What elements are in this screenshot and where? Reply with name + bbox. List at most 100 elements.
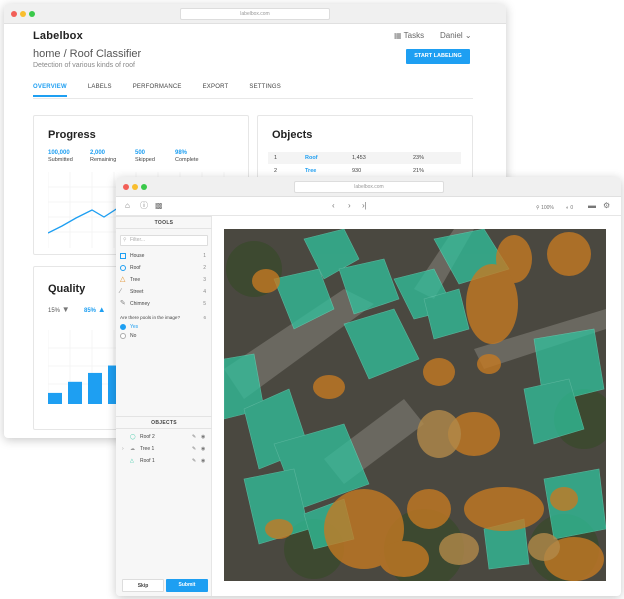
page-title: home / Roof Classifier <box>33 48 142 60</box>
table-row[interactable]: 1 Roof 1,453 23% <box>268 152 461 164</box>
close-dot[interactable] <box>11 11 17 17</box>
brand-logo[interactable]: Labelbox <box>33 30 83 42</box>
skip-to-end-icon[interactable]: ›| <box>362 201 367 211</box>
start-labeling-button[interactable]: START LABELING <box>406 49 470 64</box>
eye-icon[interactable]: ◉ <box>201 456 205 467</box>
tool-roof[interactable]: Roof 2 <box>120 263 208 273</box>
object-item[interactable]: △ Roof 1 ✎ ◉ <box>120 456 208 467</box>
user-name: Daniel <box>440 31 463 40</box>
filter-placeholder: Filter... <box>130 237 146 243</box>
zoom-control[interactable]: ⚲ 100% <box>536 203 554 213</box>
search-icon: ⚲ <box>123 237 127 243</box>
previous-icon[interactable]: ‹ <box>332 201 335 211</box>
filter-input[interactable]: ⚲ Filter... <box>120 235 208 246</box>
tool-chimney[interactable]: ✎ Chimney 5 <box>120 299 208 309</box>
settings-icon[interactable]: ⚙ <box>603 201 610 211</box>
tool-tree[interactable]: △ Tree 3 <box>120 275 208 285</box>
tab-overview[interactable]: OVERVIEW <box>33 84 67 97</box>
keyboard-icon[interactable]: ▩ <box>155 201 163 211</box>
tab-export[interactable]: EXPORT <box>203 84 229 97</box>
row-name[interactable]: Roof <box>305 155 318 161</box>
circle-icon <box>120 265 126 271</box>
row-count: 1,453 <box>352 155 366 161</box>
tab-performance[interactable]: PERFORMANCE <box>133 84 182 97</box>
url-bar[interactable]: labelbox.com <box>294 181 444 193</box>
layers-icon[interactable]: ▬ <box>588 201 596 211</box>
down-pct: 15% <box>48 308 61 314</box>
image-canvas[interactable] <box>224 229 606 581</box>
circle-icon: ◯ <box>130 434 136 440</box>
eye-icon[interactable]: ◉ <box>201 432 205 443</box>
line-icon: ∕ <box>120 288 122 295</box>
next-icon[interactable]: › <box>348 201 351 211</box>
option-no[interactable]: No <box>120 331 208 341</box>
edit-icon[interactable]: ✎ <box>192 456 196 467</box>
stat-value: 500 <box>135 150 146 156</box>
stat-label: Skipped <box>135 157 155 163</box>
tool-house[interactable]: House 1 <box>120 251 208 261</box>
radio-selected-icon <box>120 324 126 330</box>
info-icon[interactable]: ⓘ <box>140 201 148 211</box>
url-bar[interactable]: labelbox.com <box>180 8 330 20</box>
pencil-icon: ✎ <box>120 300 126 307</box>
polygon-icon: △ <box>120 276 126 283</box>
tool-label: Tree <box>130 277 141 283</box>
object-item[interactable]: › ☁ Tree 1 ✎ ◉ <box>120 444 208 455</box>
stat-submitted: 100,000 Submitted <box>48 150 73 163</box>
eye-icon[interactable]: ◉ <box>201 444 205 455</box>
tool-hotkey: 5 <box>203 301 206 307</box>
up-pct: 85% <box>84 308 97 314</box>
tool-hotkey: 3 <box>203 277 206 283</box>
submit-button[interactable]: Submit <box>166 579 208 592</box>
quality-title: Quality <box>48 283 86 295</box>
stat-value: 2,000 <box>90 150 106 156</box>
stat-value: 100,000 <box>48 150 70 156</box>
objects-title: Objects <box>272 129 313 141</box>
row-num: 2 <box>274 168 278 174</box>
minimize-dot[interactable] <box>132 184 138 190</box>
square-icon <box>120 253 126 259</box>
object-label: Roof 2 <box>140 434 155 440</box>
tab-settings[interactable]: SETTINGS <box>249 84 281 97</box>
table-row[interactable]: 2 Tree 930 21% <box>268 165 461 177</box>
tool-label: Roof <box>130 265 141 271</box>
thumbs-up-icon: ▲ <box>97 305 106 314</box>
objects-header: OBJECTS <box>116 416 212 429</box>
zoom-value: 100% <box>541 205 554 211</box>
tool-label: House <box>130 253 145 259</box>
home-icon[interactable]: ⌂ <box>125 201 130 211</box>
tab-labels[interactable]: LABELS <box>88 84 112 97</box>
tasks-menu[interactable]: ▦ Tasks <box>394 31 424 40</box>
minimize-dot[interactable] <box>20 11 26 17</box>
stat-remaining: 2,000 Remaining <box>90 150 116 163</box>
row-num: 1 <box>274 155 278 161</box>
browser-chrome: labelbox.com <box>116 177 621 197</box>
stat-label: Remaining <box>90 157 117 163</box>
chevron-right-icon: › <box>122 446 124 452</box>
tool-hotkey: 1 <box>203 253 206 259</box>
tool-street[interactable]: ∕ Street 4 <box>120 287 208 297</box>
aerial-image[interactable] <box>224 229 606 581</box>
quality-bar <box>68 381 82 404</box>
edit-icon[interactable]: ✎ <box>192 432 196 443</box>
close-dot[interactable] <box>123 184 129 190</box>
skip-button[interactable]: Skip <box>122 579 164 592</box>
stat-skipped: 500 Skipped <box>135 150 155 163</box>
maximize-dot[interactable] <box>29 11 35 17</box>
grid-icon: ▦ <box>394 31 402 40</box>
edit-icon[interactable]: ✎ <box>192 444 196 455</box>
cloud-icon: ☁ <box>130 446 135 452</box>
brightness-icon: ◐ <box>566 205 570 211</box>
chevron-down-icon: ⌄ <box>464 31 472 40</box>
quality-down: 15% ▼ <box>48 305 70 314</box>
tools-header: TOOLS <box>116 216 212 229</box>
object-item[interactable]: ◯ Roof 2 ✎ ◉ <box>120 432 208 443</box>
brightness-control[interactable]: ◐ 0 <box>566 203 573 213</box>
maximize-dot[interactable] <box>141 184 147 190</box>
user-menu[interactable]: Daniel ⌄ <box>440 31 472 40</box>
radio-icon <box>120 333 126 339</box>
tool-label: Chimney <box>130 301 150 307</box>
row-name[interactable]: Tree <box>305 168 316 174</box>
zoom-icon: ⚲ <box>536 205 540 211</box>
browser-chrome: labelbox.com <box>4 4 506 24</box>
